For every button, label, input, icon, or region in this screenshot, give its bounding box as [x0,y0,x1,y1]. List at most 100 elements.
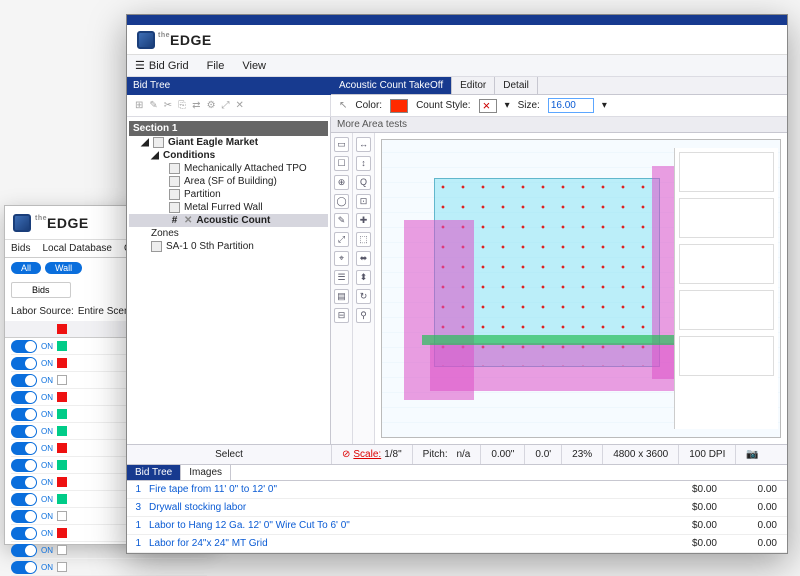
tool-icon[interactable]: ✎ [334,213,349,228]
color-swatch[interactable] [390,99,408,113]
tool-icon[interactable]: ⎘ [178,100,186,111]
tool-icon[interactable]: ↔ [356,137,371,152]
menu-file[interactable]: File [207,60,225,72]
tool-icon[interactable]: Q [356,175,371,190]
status-size: 4800 x 3600 [602,445,678,464]
tool-icon[interactable]: ✂ [164,100,172,111]
toggle[interactable] [11,374,37,387]
tree-section[interactable]: Section 1 [129,121,328,136]
pointer-icon[interactable]: ↖ [339,100,347,111]
dropdown-icon[interactable]: ▾ [602,100,607,111]
pill-all[interactable]: All [11,262,41,274]
toggle[interactable] [11,476,37,489]
bottom-tab-images[interactable]: Images [181,465,231,480]
labor-source-value[interactable]: Entire Scen [78,306,130,317]
toggle-on-label: ON [41,546,53,555]
item-qty: 1 [127,538,145,549]
tool-icon[interactable]: ⊞ [135,100,143,111]
color-swatch-icon [57,545,67,555]
toggle[interactable] [11,459,37,472]
tab-localdb[interactable]: Local Database [36,240,118,257]
count-style-swatch[interactable] [479,99,497,113]
tool-icon[interactable]: ☐ [334,156,349,171]
toggle[interactable] [11,493,37,506]
toggle[interactable] [11,425,37,438]
tool-icon[interactable]: ⌖ [334,251,349,266]
item-row[interactable]: 1 Labor to Hang 12 Ga. 12' 0" Wire Cut T… [127,517,787,535]
menu-bid-grid[interactable]: ☰ Bid Grid [135,59,189,72]
tool-icon[interactable]: ☰ [334,270,349,285]
item-amt: 0.00 [727,538,787,549]
tree-root[interactable]: ◢ Giant Eagle Market [129,136,328,149]
toggle[interactable] [11,561,37,574]
item-row[interactable]: 3 Drywall stocking labor $0.00 0.00 [127,499,787,517]
dropdown-icon[interactable]: ▾ [505,100,510,111]
color-swatch-icon [57,375,67,385]
tool-icon[interactable]: ◯ [334,194,349,209]
tab-editor[interactable]: Editor [452,77,495,94]
tab-detail[interactable]: Detail [495,77,538,94]
plan-notes [674,148,778,429]
tree-item-selected[interactable]: # ✕ Acoustic Count [129,214,328,227]
tab-bids[interactable]: Bids [5,240,36,257]
item-row[interactable]: 1 Fire tape from 11' 0" to 12' 0" $0.00 … [127,481,787,499]
tool-icon[interactable]: ⬍ [356,270,371,285]
color-swatch-icon [57,477,67,487]
tool-icon[interactable]: ▤ [334,289,349,304]
tool-column-left: ▭ ☐ ⊕ ◯ ✎ ⤢ ⌖ ☰ ▤ ⊟ [331,133,353,444]
toggle-on-label: ON [41,512,53,521]
status-cam-icon[interactable]: 📷 [735,445,768,464]
color-swatch-icon [57,494,67,504]
logo-icon [13,214,31,232]
tree-zones[interactable]: Zones [129,227,328,240]
tool-icon[interactable]: ✚ [356,213,371,228]
menu-view[interactable]: View [242,60,266,72]
toggle[interactable] [11,527,37,540]
tool-icon[interactable]: ⤢ [334,232,349,247]
menu-row: ☰ Bid Grid File View [127,55,787,77]
toggle[interactable] [11,408,37,421]
toggle-on-label: ON [41,563,53,572]
tab-takeoff[interactable]: Acoustic Count TakeOff [331,77,452,94]
status-dpi: 100 DPI [678,445,735,464]
bid-tree[interactable]: Section 1 ◢ Giant Eagle Market ◢Conditio… [127,117,330,444]
tree-zone-item[interactable]: SA-1 0 Sth Partition [129,240,328,253]
tool-icon[interactable]: ⬚ [356,232,371,247]
tool-icon[interactable]: ↻ [356,289,371,304]
tool-icon[interactable]: ↕ [356,156,371,171]
tree-item[interactable]: Area (SF of Building) [129,175,328,188]
tree-item[interactable]: Partition [129,188,328,201]
tool-icon[interactable]: ⚙ [207,100,216,111]
tool-icon[interactable]: ✎ [149,100,157,111]
tool-icon[interactable]: ⊡ [356,194,371,209]
toggle[interactable] [11,340,37,353]
logo-row: theEDGE [127,25,787,55]
toggle[interactable] [11,391,37,404]
drawing-canvas[interactable] [375,133,787,444]
toggle[interactable] [11,357,37,370]
pill-wall[interactable]: Wall [45,262,82,274]
toggle[interactable] [11,442,37,455]
tool-icon[interactable]: ✕ [236,100,244,111]
tool-icon[interactable]: ⊕ [334,175,349,190]
status-scale[interactable]: ⊘ Scale: 1/8" [331,445,412,464]
tool-icon[interactable]: ⬌ [356,251,371,266]
tool-icon[interactable]: ⤢ [222,100,230,111]
tree-item[interactable]: Mechanically Attached TPO [129,162,328,175]
tool-icon[interactable]: ▭ [334,137,349,152]
status-select[interactable]: Select [127,445,331,464]
takeoff-subheader: More Area tests [331,117,787,133]
color-swatch-icon [57,392,67,402]
item-amt: $0.00 [667,484,727,495]
tree-conditions[interactable]: ◢Conditions [129,149,328,162]
tool-icon[interactable]: ⊟ [334,308,349,323]
toggle[interactable] [11,510,37,523]
toggle[interactable] [11,544,37,557]
tool-icon[interactable]: ⚲ [356,308,371,323]
bottom-tab-bidtree[interactable]: Bid Tree [127,465,181,480]
bids-dropdown[interactable]: Bids [11,282,71,298]
size-input[interactable] [548,98,594,113]
tool-icon[interactable]: ⇄ [192,100,200,111]
item-row[interactable]: 1 Labor for 24"x 24" MT Grid $0.00 0.00 [127,535,787,553]
tree-item[interactable]: Metal Furred Wall [129,201,328,214]
